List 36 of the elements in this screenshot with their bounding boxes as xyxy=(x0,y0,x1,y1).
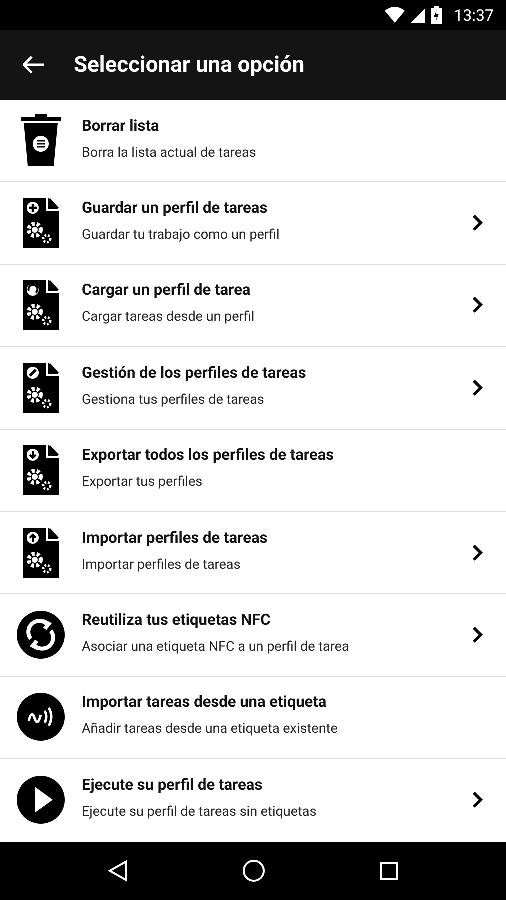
option-title: Guardar un perfil de tareas xyxy=(82,199,269,218)
option-subtitle: Borra la lista actual de tareas xyxy=(82,144,258,161)
option-item[interactable]: Exportar todos los perfiles de tareas Exportar tus perfiles xyxy=(0,430,506,512)
option-title: Importar perfiles de tareas xyxy=(82,528,269,547)
option-subtitle: Cargar tareas desde un perfil xyxy=(82,309,256,326)
option-title: Borrar lista xyxy=(82,116,160,135)
option-subtitle: Guardar tu trabajo como un perfil xyxy=(82,227,281,244)
option-subtitle: Añadir tareas desde una etiqueta existente xyxy=(82,721,339,738)
back-icon[interactable] xyxy=(106,860,129,882)
option-title: Cargar un perfil de tarea xyxy=(82,281,252,300)
option-item[interactable]: Borrar lista Borra la lista actual de tareas xyxy=(0,100,506,182)
page-title: Seleccionar una opción xyxy=(74,52,305,78)
option-subtitle: Gestiona tus perfiles de tareas xyxy=(82,392,266,408)
option-subtitle: Ejecute su perfil de tareas sin etiquetas xyxy=(82,804,318,820)
option-title: Ejecute su perfil de tareas xyxy=(82,776,264,794)
option-subtitle: Importar perfiles de tareas xyxy=(82,556,242,573)
recents-icon[interactable] xyxy=(379,861,400,881)
option-item[interactable]: Cargar un perfil de tarea Cargar tareas desde un perfil xyxy=(0,264,506,348)
home-icon[interactable] xyxy=(242,859,266,883)
battery-icon xyxy=(431,6,442,24)
wifi-icon xyxy=(385,7,406,23)
option-subtitle: Asociar una etiqueta NFC a un perfil de tarea xyxy=(82,639,350,656)
option-item[interactable]: Reutiliza tus etiquetas NFC Asociar una etiqueta NFC a un perfil de tarea xyxy=(0,594,506,677)
option-title: Importar tareas desde una etiqueta xyxy=(82,693,328,712)
back-arrow-icon[interactable] xyxy=(23,56,45,74)
option-item[interactable]: Guardar un perfil de tareas Guardar tu trabajo como un perfil xyxy=(0,182,506,265)
option-title: Exportar todos los perfiles de tareas xyxy=(82,446,336,464)
signal-icon xyxy=(411,7,426,23)
status-time: 13:37 xyxy=(454,6,494,24)
option-subtitle: Exportar tus perfiles xyxy=(82,474,204,490)
option-item[interactable]: Importar tareas desde una etiqueta Añadir tareas desde una etiqueta existente xyxy=(0,676,506,760)
option-title: Reutiliza tus etiquetas NFC xyxy=(82,611,272,630)
option-item[interactable]: Ejecute su perfil de tareas Ejecute su perfil de tareas sin etiquetas xyxy=(0,759,506,842)
option-title: Gestión de los perfiles de tareas xyxy=(82,364,308,382)
option-item[interactable]: Importar perfiles de tareas Importar perfiles de tareas xyxy=(0,512,506,594)
option-item[interactable]: Gestión de los perfiles de tareas Gestiona tus perfiles de tareas xyxy=(0,347,506,430)
